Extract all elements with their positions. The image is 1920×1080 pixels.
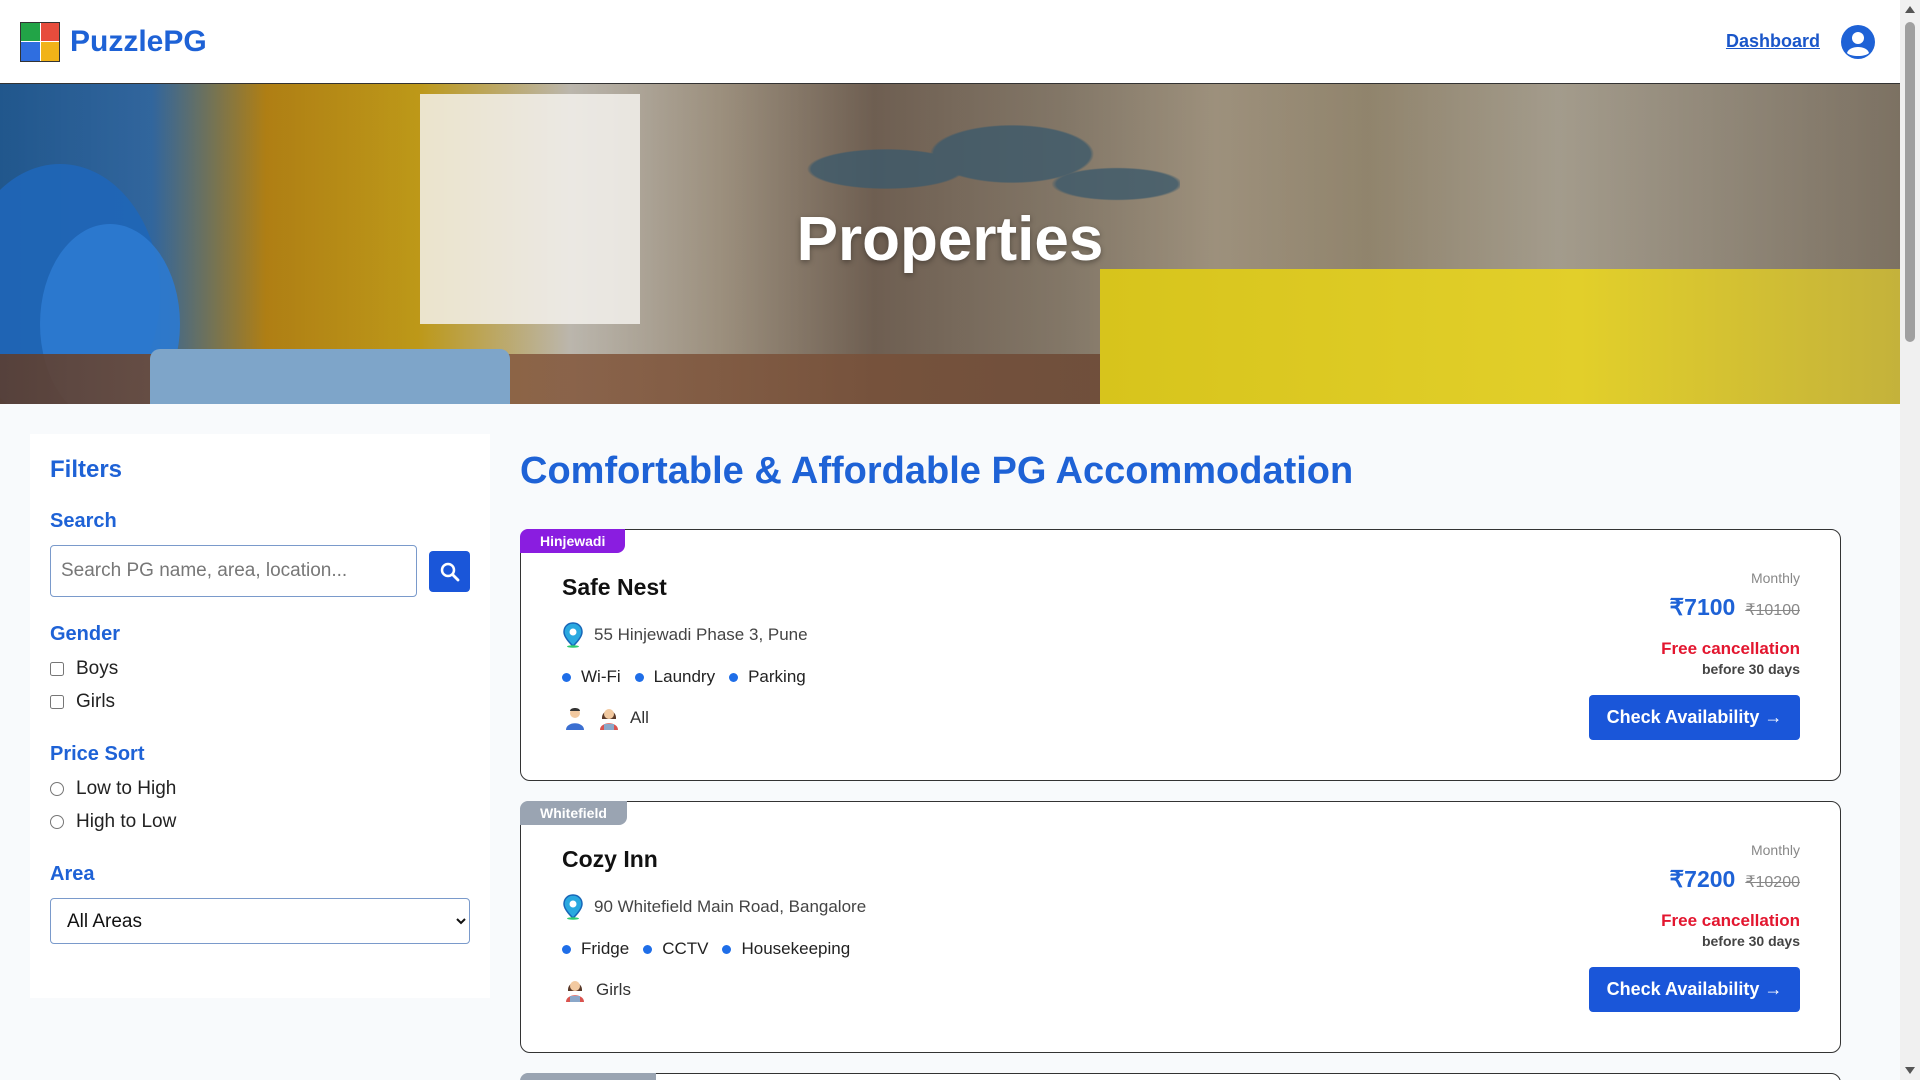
scroll-down-arrow-icon[interactable] <box>1905 1067 1915 1074</box>
amenity-item: Housekeeping <box>722 939 850 959</box>
amenity-item: Laundry <box>634 667 716 687</box>
cancellation-subtext: before 30 days <box>1701 933 1800 949</box>
area-tag: Hinjewadi <box>520 529 626 553</box>
gender-label: Gender <box>50 623 121 645</box>
search-icon <box>440 562 460 581</box>
rent-period: Monthly <box>1750 570 1800 586</box>
dashboard-link[interactable]: Dashboard <box>1726 31 1820 52</box>
cancellation-text: Free cancellation <box>1661 911 1800 930</box>
amenities-list: Fridge CCTV Housekeeping <box>562 939 850 959</box>
current-price: ₹7100 <box>1669 594 1736 620</box>
amenity-item: Fridge <box>562 939 629 959</box>
amenity-label: Housekeeping <box>741 939 851 958</box>
girls-checkbox[interactable] <box>50 695 64 709</box>
original-price: ₹10200 <box>1745 874 1800 891</box>
hero-decor <box>1100 269 1900 404</box>
section-title: Comfortable & Affordable PG Accommodatio… <box>520 450 1354 492</box>
option-label: Low to High <box>76 778 177 799</box>
sort-option-high-low[interactable]: High to Low <box>50 811 470 833</box>
top-navbar: PuzzlePG Dashboard <box>0 0 1900 84</box>
original-price: ₹10100 <box>1745 602 1800 619</box>
property-card[interactable]: Whitefield Cozy Inn 90 Whitefield Main R… <box>520 801 1841 1053</box>
property-name[interactable]: Cozy Inn <box>562 846 658 873</box>
bullet-icon <box>722 944 732 954</box>
amenity-label: Fridge <box>581 939 630 958</box>
amenity-label: CCTV <box>662 939 709 958</box>
girl-icon <box>566 981 584 1002</box>
page-scrollbar[interactable] <box>1900 0 1920 1080</box>
filters-panel: Filters Search Gender Boys Girls Price S… <box>30 434 490 998</box>
high-to-low-radio[interactable] <box>50 815 64 829</box>
area-select[interactable]: All Areas <box>50 898 470 944</box>
search-button[interactable] <box>429 551 470 592</box>
location-pin-icon <box>563 622 583 648</box>
option-label: Boys <box>76 658 119 679</box>
address-text: 90 Whitefield Main Road, Bangalore <box>594 897 867 916</box>
user-circle-icon[interactable] <box>1840 24 1876 60</box>
property-card[interactable]: Hinjewadi Safe Nest 55 Hinjewadi Phase 3… <box>520 529 1841 781</box>
bullet-icon <box>643 944 653 954</box>
brand-link[interactable]: PuzzlePG <box>20 21 207 62</box>
boy-icon <box>566 708 584 730</box>
rent-period: Monthly <box>1750 842 1800 858</box>
boys-checkbox[interactable] <box>50 662 64 676</box>
gender-option-girls[interactable]: Girls <box>50 691 470 713</box>
cancellation-subtext: before 30 days <box>1701 661 1800 677</box>
bullet-icon <box>562 672 571 682</box>
price-block: Monthly ₹7100 ₹10100 Free cancellation b… <box>1661 570 1800 677</box>
address-text: 55 Hinjewadi Phase 3, Pune <box>594 625 808 644</box>
price-row: ₹7100 ₹10100 <box>1661 594 1800 621</box>
option-label: High to Low <box>76 811 177 832</box>
amenity-item: Parking <box>729 667 806 687</box>
girl-icon <box>600 709 618 730</box>
price-block: Monthly ₹7200 ₹10200 Free cancellation b… <box>1661 842 1800 949</box>
current-price: ₹7200 <box>1669 866 1736 892</box>
location-pin-icon <box>563 894 583 920</box>
bullet-icon <box>634 672 644 682</box>
hero-decor <box>150 349 510 404</box>
property-address: 55 Hinjewadi Phase 3, Pune <box>562 622 808 648</box>
property-card[interactable] <box>520 1073 1841 1080</box>
filters-title: Filters <box>50 456 123 483</box>
check-availability-button[interactable]: Check Availability → <box>1589 695 1800 740</box>
option-label: Girls <box>76 691 116 712</box>
property-address: 90 Whitefield Main Road, Bangalore <box>562 894 866 920</box>
amenity-label: Laundry <box>653 667 716 686</box>
area-label: Area <box>50 863 95 885</box>
price-row: ₹7200 ₹10200 <box>1661 866 1800 893</box>
gender-text: Girls <box>596 980 631 999</box>
price-sort-filter: Price Sort Low to High High to Low <box>50 743 470 833</box>
amenity-item: Wi-Fi <box>562 667 621 687</box>
price-sort-label: Price Sort <box>50 743 145 765</box>
search-input[interactable] <box>50 545 418 597</box>
amenity-label: Wi-Fi <box>581 667 621 686</box>
amenity-item: CCTV <box>643 939 708 959</box>
gender-info: Girls <box>562 977 631 1003</box>
property-name[interactable]: Safe Nest <box>562 574 667 601</box>
scroll-up-arrow-icon[interactable] <box>1905 6 1915 13</box>
area-tag: Whitefield <box>520 801 627 825</box>
scroll-thumb[interactable] <box>1905 22 1915 342</box>
search-label: Search <box>50 510 117 532</box>
bullet-icon <box>562 944 571 954</box>
gender-option-boys[interactable]: Boys <box>50 658 470 680</box>
header-actions: Dashboard <box>1726 24 1880 60</box>
gender-text: All <box>630 708 649 727</box>
amenity-label: Parking <box>748 667 806 686</box>
low-to-high-radio[interactable] <box>50 782 64 796</box>
hero-banner: Properties <box>0 84 1900 404</box>
check-availability-button[interactable]: Check Availability → <box>1589 967 1800 1012</box>
brand-name: PuzzlePG <box>70 24 207 58</box>
bullet-icon <box>729 672 739 682</box>
sort-option-low-high[interactable]: Low to High <box>50 778 470 800</box>
page-title: Properties <box>796 205 1104 274</box>
puzzle-logo-icon <box>20 21 60 62</box>
amenities-list: Wi-Fi Laundry Parking <box>562 667 806 687</box>
search-row <box>50 545 470 597</box>
gender-info: All <box>562 705 649 731</box>
cancellation-text: Free cancellation <box>1661 639 1800 658</box>
area-tag <box>520 1073 656 1080</box>
gender-filter: Gender Boys Girls <box>50 623 470 713</box>
